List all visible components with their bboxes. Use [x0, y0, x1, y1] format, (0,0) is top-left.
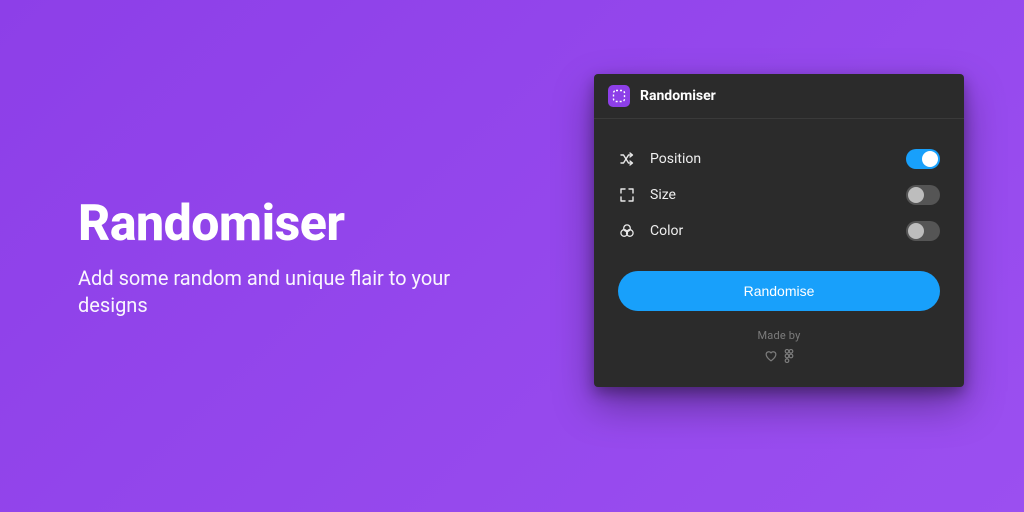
plugin-panel: Randomiser Position — [594, 74, 964, 387]
toggle-size[interactable] — [906, 185, 940, 205]
color-icon — [618, 222, 636, 240]
panel-title: Randomiser — [640, 88, 716, 104]
promo-block: Randomiser Add some random and unique fl… — [78, 198, 508, 319]
option-color: Color — [618, 213, 940, 249]
expand-icon — [618, 186, 636, 204]
figma-icon — [784, 348, 794, 367]
option-size-label: Size — [650, 187, 906, 203]
option-color-label: Color — [650, 223, 906, 239]
panel-body: Position Size Color — [594, 119, 964, 387]
made-by-logos — [618, 348, 940, 367]
plugin-icon — [608, 85, 630, 107]
shuffle-icon — [618, 150, 636, 168]
promo-title: Randomiser — [78, 198, 508, 251]
heart-icon — [764, 348, 778, 367]
option-size: Size — [618, 177, 940, 213]
option-position: Position — [618, 141, 940, 177]
option-position-label: Position — [650, 151, 906, 167]
made-by-label: Made by — [618, 329, 940, 342]
toggle-color[interactable] — [906, 221, 940, 241]
panel-header: Randomiser — [594, 74, 964, 119]
promo-subtitle: Add some random and unique flair to your… — [78, 265, 508, 319]
made-by-block: Made by — [618, 329, 940, 367]
randomise-button[interactable]: Randomise — [618, 271, 940, 311]
toggle-position[interactable] — [906, 149, 940, 169]
